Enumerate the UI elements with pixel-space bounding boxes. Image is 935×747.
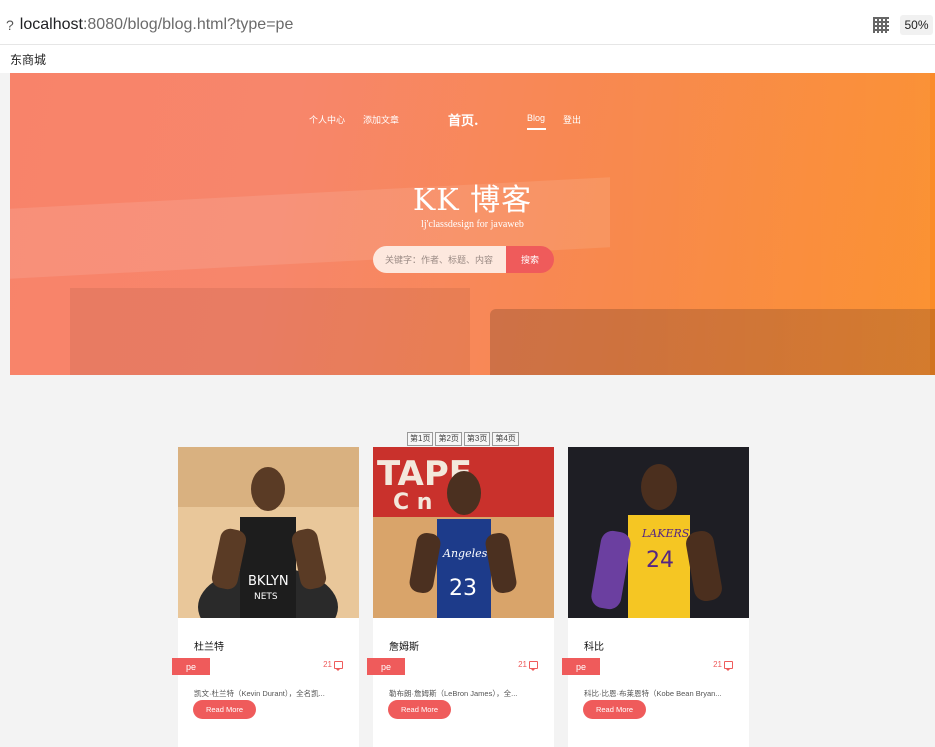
nav-active-indicator: [527, 128, 546, 130]
svg-text:C n: C n: [393, 490, 432, 515]
player-photo-durant: BKLYN NETS: [178, 447, 359, 618]
card-excerpt: 凯文·杜兰特（Kevin Durant），全名凯...: [194, 689, 325, 698]
blog-card: LAKERS 24 科比 pe 21 科比·比恩·布莱恩特（Kobe Bean …: [562, 447, 749, 747]
svg-text:23: 23: [449, 576, 477, 601]
player-photo-kobe: LAKERS 24: [568, 447, 749, 618]
url-host[interactable]: localhost: [20, 16, 83, 34]
card-title[interactable]: 詹姆斯: [389, 638, 419, 653]
search-input[interactable]: [373, 246, 506, 273]
card-comment-count: 21: [323, 660, 343, 671]
qr-code-icon[interactable]: [873, 17, 889, 33]
svg-text:LAKERS: LAKERS: [641, 527, 690, 540]
comment-count: 21: [713, 660, 722, 669]
card-comment-count: 21: [518, 660, 538, 671]
card-comment-count: 21: [713, 660, 733, 671]
player-photo-james: TAPE C n Angeles 23: [373, 447, 554, 618]
comment-count: 21: [518, 660, 527, 669]
url-prefix: ?: [6, 17, 14, 33]
card-category-tag[interactable]: pe: [367, 658, 405, 675]
zoom-level[interactable]: 50%: [900, 15, 933, 35]
page-button-3[interactable]: 第3页: [463, 432, 491, 446]
bookmark-item[interactable]: 东商城: [10, 51, 46, 68]
main-nav: 个人中心 添加文章 首页. Blog 登出: [10, 113, 935, 133]
address-bar[interactable]: ? localhost :8080/blog/blog.html?type=pe…: [0, 6, 935, 45]
nav-home-brand[interactable]: 首页.: [448, 110, 479, 129]
read-more-button[interactable]: Read More: [388, 700, 451, 719]
svg-text:24: 24: [646, 548, 674, 573]
url-path[interactable]: :8080/blog/blog.html?type=pe: [83, 16, 293, 34]
nav-add-article-link[interactable]: 添加文章: [363, 113, 399, 126]
card-image[interactable]: TAPE C n Angeles 23: [373, 447, 554, 618]
comment-icon: [724, 660, 733, 671]
card-title[interactable]: 杜兰特: [194, 638, 224, 653]
read-more-button[interactable]: Read More: [193, 700, 256, 719]
card-category-tag[interactable]: pe: [562, 658, 600, 675]
card-category-tag[interactable]: pe: [172, 658, 210, 675]
page-button-1[interactable]: 第1页: [407, 432, 434, 446]
comment-icon: [529, 660, 538, 671]
read-more-button[interactable]: Read More: [583, 700, 646, 719]
hero-banner: 个人中心 添加文章 首页. Blog 登出 KK 博客 lj'classdesi…: [10, 73, 935, 375]
card-excerpt: 勒布朗·詹姆斯（LeBron James），全...: [389, 689, 518, 698]
card-title[interactable]: 科比: [584, 638, 604, 653]
card-image[interactable]: LAKERS 24: [568, 447, 749, 618]
blog-card: BKLYN NETS 杜兰特 pe 21 凯文·杜兰特（Kevin Durant…: [172, 447, 359, 747]
hero-subtitle: lj'classdesign for javaweb: [421, 219, 524, 230]
bookmarks-bar: 东商城: [0, 45, 935, 73]
svg-text:BKLYN: BKLYN: [248, 574, 289, 589]
page-button-4[interactable]: 第4页: [492, 432, 519, 446]
pagination: 第1页 第2页 第3页 第4页: [407, 432, 519, 446]
comment-icon: [334, 660, 343, 671]
nav-profile-link[interactable]: 个人中心: [309, 113, 345, 126]
hero-title: KK 博客: [412, 183, 533, 218]
card-image[interactable]: BKLYN NETS: [178, 447, 359, 618]
card-excerpt: 科比·比恩·布莱恩特（Kobe Bean Bryan...: [584, 689, 722, 698]
hero-background-shape: [70, 288, 470, 375]
nav-logout-link[interactable]: 登出: [563, 113, 581, 126]
nav-blog-link[interactable]: Blog: [527, 113, 545, 123]
svg-text:NETS: NETS: [254, 592, 278, 602]
page-button-2[interactable]: 第2页: [435, 432, 462, 446]
blog-card: TAPE C n Angeles 23 詹姆斯 pe 21 勒布朗·詹姆斯（Le…: [367, 447, 554, 747]
search-button[interactable]: 搜索: [506, 246, 554, 273]
svg-text:Angeles: Angeles: [442, 547, 488, 560]
search-form: 搜索: [373, 246, 554, 273]
comment-count: 21: [323, 660, 332, 669]
